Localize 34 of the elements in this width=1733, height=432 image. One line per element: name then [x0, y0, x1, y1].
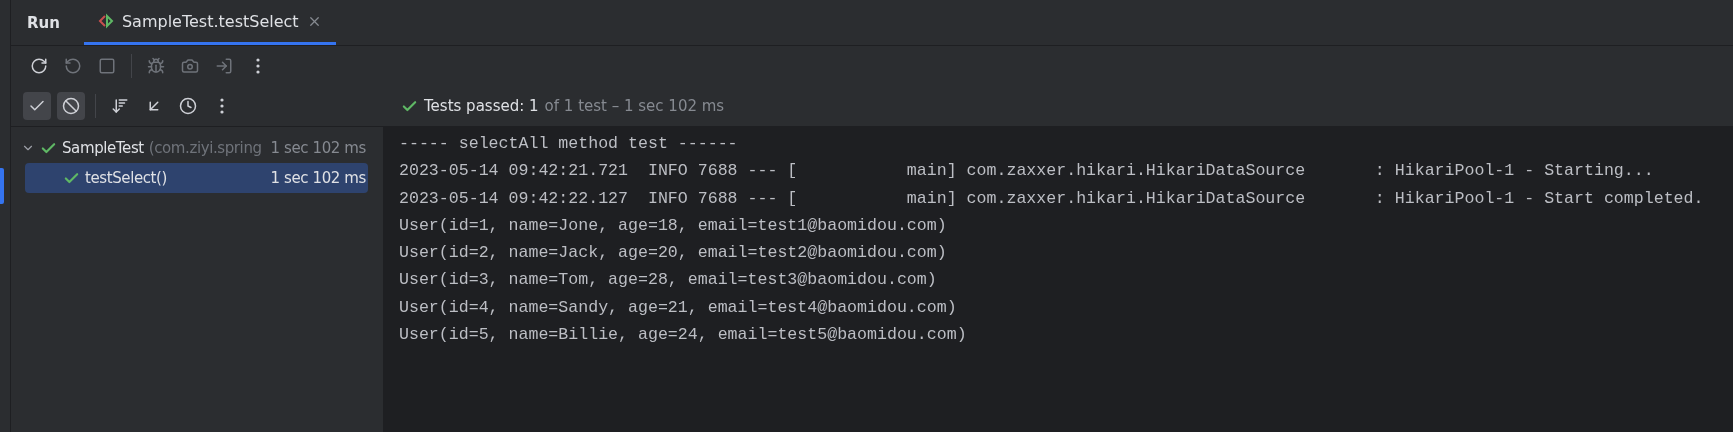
- console-line: 2023-05-14 09:42:21.721 INFO 7688 --- [ main] com.zaxxer.hikari.HikariDataSource : HikariPool-1 - Starting...: [399, 160, 1655, 183]
- rerun-icon: [30, 57, 48, 75]
- more-icon: [256, 58, 260, 74]
- test-duration: 1 sec 102 ms: [270, 169, 367, 187]
- status-detail: of 1 test – 1 sec 102 ms: [544, 97, 725, 115]
- console-line: User(id=3, name=Tom, age=28, email=test3@baomidou.com): [399, 269, 938, 292]
- active-marker: [0, 168, 4, 204]
- package-name: (com.ziyi.spring: [148, 139, 262, 157]
- run-tab[interactable]: SampleTest.testSelect: [83, 0, 336, 45]
- console-line: User(id=4, name=Sandy, age=21, email=test4@baomidou.com): [399, 296, 958, 319]
- stop-icon: [98, 57, 116, 75]
- debug-icon: [147, 57, 165, 75]
- exit-icon: [215, 57, 233, 75]
- show-passed-button[interactable]: [23, 92, 51, 120]
- history-icon: [179, 97, 197, 115]
- sort-icon: [111, 97, 129, 115]
- console-line: User(id=2, name=Jack, age=20, email=test2@baomidou.com): [399, 242, 948, 265]
- more-icon: [220, 98, 224, 114]
- console-line: 2023-05-14 09:42:22.127 INFO 7688 --- [ main] com.zaxxer.hikari.HikariDataSource : HikariPool-1 - Start completed.: [399, 187, 1705, 210]
- show-ignored-button[interactable]: [57, 92, 85, 120]
- show-ignored-icon: [62, 97, 80, 115]
- tree-row[interactable]: SampleTest (com.ziyi.spring 1 sec 102 ms: [11, 133, 368, 163]
- test-name: SampleTest: [62, 139, 144, 157]
- window-title: Run: [26, 12, 61, 34]
- rerun-failed-icon: [64, 57, 82, 75]
- test-name: testSelect(): [85, 169, 167, 187]
- screenshot-icon: [181, 57, 199, 75]
- console-line: User(id=1, name=Jone, age=18, email=test1@baomidou.com): [399, 214, 948, 237]
- console-line: ----- selectAll method test ------: [399, 133, 739, 155]
- console-line: User(id=5, name=Billie, age=24, email=test5@baomidou.com): [399, 324, 968, 347]
- test-result-icon: [97, 13, 114, 29]
- test-duration: 1 sec 102 ms: [270, 139, 367, 157]
- tree-row[interactable]: testSelect() 1 sec 102 ms: [25, 163, 368, 193]
- status-label: Tests passed: 1: [424, 97, 539, 115]
